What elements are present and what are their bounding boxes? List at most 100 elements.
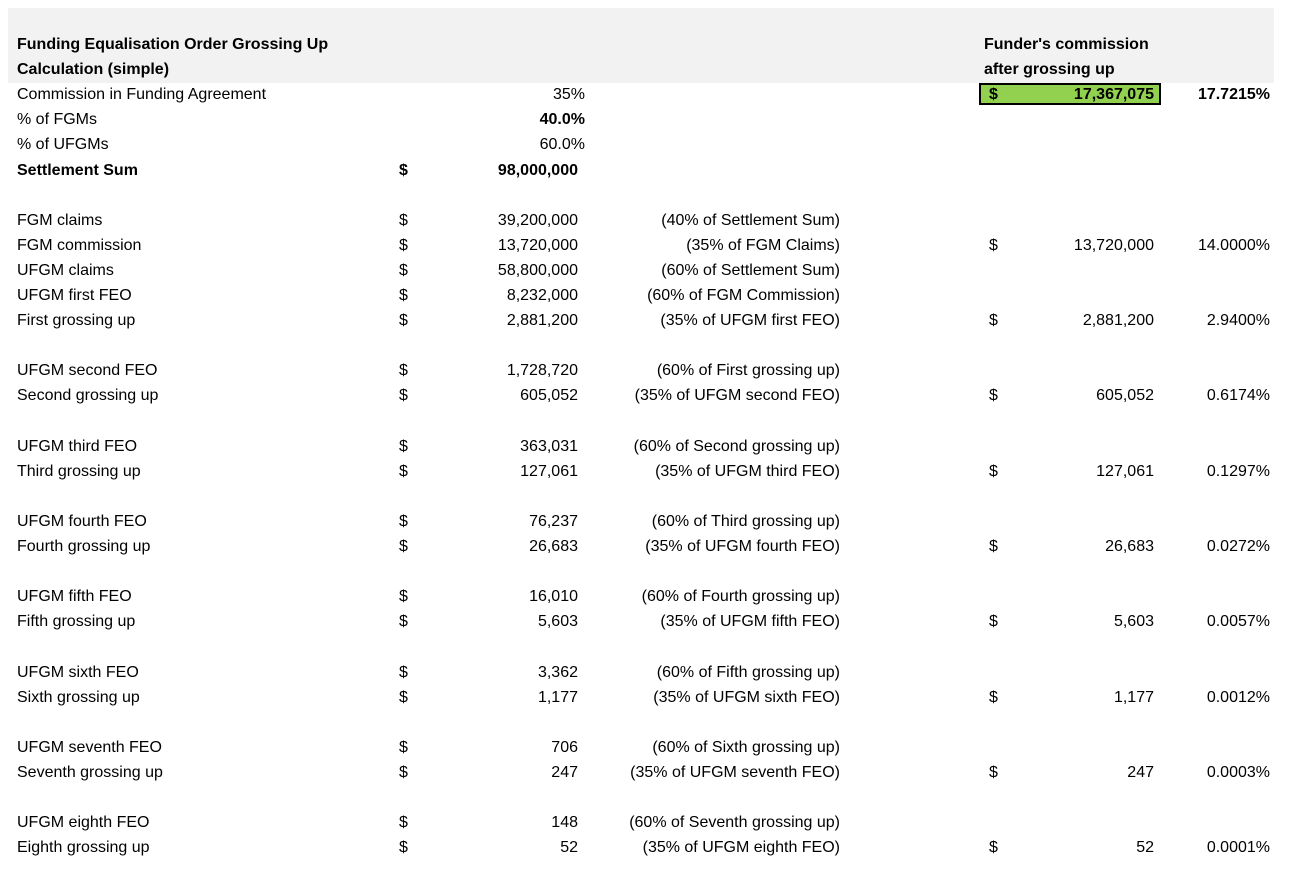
row-note: (35% of UFGM third FEO) [655, 463, 840, 480]
row-amount-cell[interactable]: 16,010 [430, 587, 578, 607]
row-currency: $ [399, 739, 408, 756]
funder-pct-cell[interactable]: 0.0001% [1170, 838, 1270, 858]
row-label: FGM commission [17, 237, 142, 254]
row-currency: $ [399, 387, 408, 404]
row-amount-cell[interactable]: 247 [430, 763, 578, 783]
row-amount-cell[interactable]: 3,362 [430, 663, 578, 683]
row-amount-cell[interactable]: 58,800,000 [430, 261, 578, 281]
funder-pct-cell[interactable]: 0.1297% [1170, 462, 1270, 482]
row-label: UFGM fifth FEO [17, 588, 132, 605]
funder-pct-cell[interactable]: 2.9400% [1170, 311, 1270, 331]
total-commission-pct-cell[interactable]: 17.7215% [1170, 85, 1270, 105]
row-note: (35% of UFGM second FEO) [634, 387, 840, 404]
row-label: Fifth grossing up [17, 613, 136, 630]
row-amount-cell[interactable]: 2,881,200 [430, 311, 578, 331]
row-currency: $ [399, 438, 408, 455]
row-amount-cell[interactable]: 13,720,000 [430, 236, 578, 256]
row-label: UFGM fourth FEO [17, 513, 147, 530]
commission-label: Commission in Funding Agreement [17, 86, 267, 103]
funder-pct-cell[interactable]: 0.0012% [1170, 688, 1270, 708]
funder-amount-cell[interactable]: 5,603 [1010, 612, 1154, 632]
row-currency: $ [399, 513, 408, 530]
settlement-currency: $ [399, 162, 408, 179]
funder-currency: $ [989, 764, 998, 781]
row-currency: $ [399, 237, 408, 254]
settlement-sum-value-cell[interactable]: 98,000,000 [430, 161, 578, 181]
row-note: (60% of Settlement Sum) [661, 262, 840, 279]
funder-currency: $ [989, 463, 998, 480]
row-note: (60% of Seventh grossing up) [629, 814, 840, 831]
row-amount-cell[interactable]: 26,683 [430, 537, 578, 557]
row-currency: $ [399, 312, 408, 329]
funder-amount-cell[interactable]: 1,177 [1010, 688, 1154, 708]
row-amount-cell[interactable]: 8,232,000 [430, 286, 578, 306]
row-note: (35% of UFGM sixth FEO) [653, 689, 840, 706]
row-label: UFGM second FEO [17, 362, 158, 379]
row-label: Seventh grossing up [17, 764, 163, 781]
funder-pct-cell[interactable]: 0.0057% [1170, 612, 1270, 632]
sheet-title-line1: Funding Equalisation Order Grossing Up [17, 36, 329, 53]
funder-currency: $ [989, 387, 998, 404]
row-currency: $ [399, 262, 408, 279]
row-label: UFGM seventh FEO [17, 739, 162, 756]
row-label: UFGM eighth FEO [17, 814, 150, 831]
row-note: (60% of First grossing up) [656, 362, 840, 379]
row-amount-cell[interactable]: 1,728,720 [430, 361, 578, 381]
row-amount-cell[interactable]: 148 [430, 813, 578, 833]
funder-commission-heading-line2: after grossing up [984, 61, 1115, 78]
row-note: (60% of Sixth grossing up) [652, 739, 840, 756]
total-commission-value: 17,367,075 [1073, 86, 1154, 103]
funder-currency: $ [989, 613, 998, 630]
row-note: (60% of Fifth grossing up) [656, 664, 840, 681]
row-amount-cell[interactable]: 1,177 [430, 688, 578, 708]
ufgm-pct-value-cell[interactable]: 60.0% [440, 135, 585, 155]
funder-amount-cell[interactable]: 247 [1010, 763, 1154, 783]
fgm-pct-label: % of FGMs [17, 111, 98, 128]
row-label: UFGM claims [17, 262, 114, 279]
row-note: (35% of UFGM fourth FEO) [645, 538, 840, 555]
row-label: UFGM sixth FEO [17, 664, 139, 681]
commission-value-cell[interactable]: 35% [440, 85, 585, 105]
row-currency: $ [399, 814, 408, 831]
row-amount-cell[interactable]: 39,200,000 [430, 211, 578, 231]
row-currency: $ [399, 287, 408, 304]
row-label: Eighth grossing up [17, 839, 150, 856]
row-amount-cell[interactable]: 52 [430, 838, 578, 858]
funder-amount-cell[interactable]: 26,683 [1010, 537, 1154, 557]
row-label: Second grossing up [17, 387, 159, 404]
funder-pct-cell[interactable]: 0.6174% [1170, 386, 1270, 406]
row-currency: $ [399, 212, 408, 229]
row-currency: $ [399, 664, 408, 681]
funder-currency: $ [989, 312, 998, 329]
funder-amount-cell[interactable]: 127,061 [1010, 462, 1154, 482]
row-amount-cell[interactable]: 706 [430, 738, 578, 758]
row-label: Sixth grossing up [17, 689, 140, 706]
row-note: (60% of FGM Commission) [647, 287, 840, 304]
row-amount-cell[interactable]: 605,052 [430, 386, 578, 406]
row-note: (35% of UFGM first FEO) [660, 312, 840, 329]
funder-amount-cell[interactable]: 52 [1010, 838, 1154, 858]
row-amount-cell[interactable]: 76,237 [430, 512, 578, 532]
funder-amount-cell[interactable]: 13,720,000 [1010, 236, 1154, 256]
row-currency: $ [399, 689, 408, 706]
row-label: UFGM third FEO [17, 438, 138, 455]
row-note: (40% of Settlement Sum) [661, 212, 840, 229]
fgm-pct-value-cell[interactable]: 40.0% [440, 110, 585, 130]
row-currency: $ [399, 463, 408, 480]
row-label: First grossing up [17, 312, 136, 329]
row-amount-cell[interactable]: 5,603 [430, 612, 578, 632]
funder-amount-cell[interactable]: 2,881,200 [1010, 311, 1154, 331]
row-currency: $ [399, 613, 408, 630]
row-amount-cell[interactable]: 363,031 [430, 437, 578, 457]
funder-currency: $ [989, 237, 998, 254]
funder-pct-cell[interactable]: 0.0272% [1170, 537, 1270, 557]
funder-amount-cell[interactable]: 605,052 [1010, 386, 1154, 406]
row-label: FGM claims [17, 212, 103, 229]
row-note: (35% of FGM Claims) [686, 237, 840, 254]
row-note: (35% of UFGM eighth FEO) [642, 839, 840, 856]
settlement-sum-label: Settlement Sum [17, 162, 138, 179]
funder-commission-heading-line1: Funder's commission [984, 36, 1149, 53]
funder-pct-cell[interactable]: 14.0000% [1170, 236, 1270, 256]
row-amount-cell[interactable]: 127,061 [430, 462, 578, 482]
funder-pct-cell[interactable]: 0.0003% [1170, 763, 1270, 783]
